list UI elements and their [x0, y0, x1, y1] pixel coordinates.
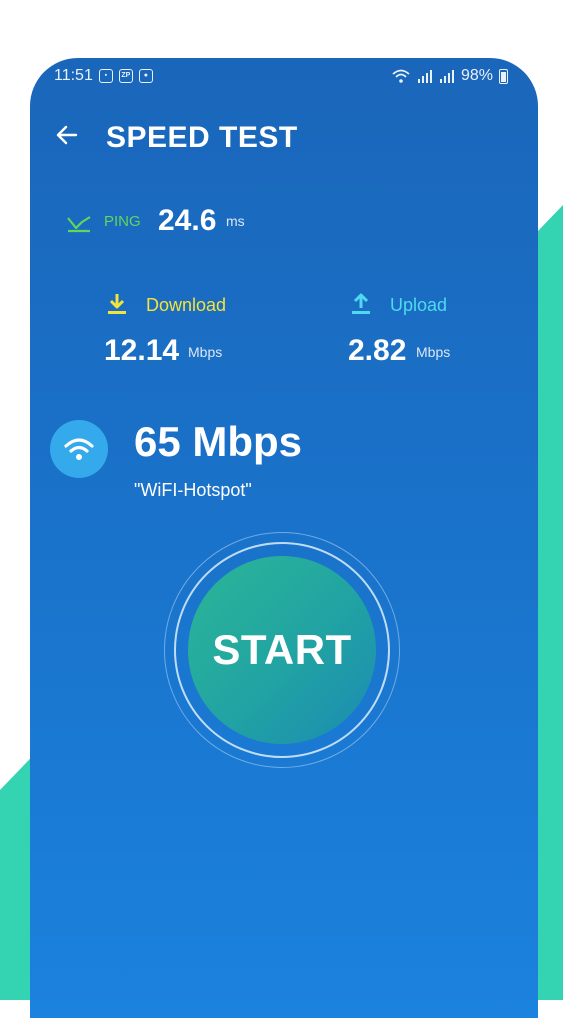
page-title: SPEED TEST [106, 121, 298, 154]
upload-label: Upload [390, 295, 448, 315]
zp-icon: ZP [118, 69, 133, 83]
signal-icon-2 [439, 70, 454, 83]
app-bar: SPEED TEST [30, 116, 538, 156]
start-label: START [212, 626, 352, 673]
start-button-area: START [164, 532, 400, 768]
ping-value: 24.6 [158, 204, 217, 237]
wifi-badge [50, 420, 108, 478]
wifi-speed: 65 Mbps [134, 418, 303, 465]
download-icon [108, 294, 126, 314]
arrow-left-icon[interactable] [54, 122, 80, 148]
status-time: 11:51 [54, 67, 93, 84]
status-bar: 11:51 ▪ ZP ● 98% [30, 58, 538, 94]
ping-label: PING [104, 213, 141, 230]
start-button[interactable]: START [188, 556, 376, 744]
signal-icon [417, 70, 432, 83]
upload-value: 2.82 [348, 334, 407, 367]
wifi-info: 65 Mbps "WiFI-Hotspot" [50, 418, 530, 510]
download-value: 12.14 [104, 334, 180, 367]
ping-unit: ms [226, 213, 245, 229]
phone-screen: 11:51 ▪ ZP ● 98% SPEED TEST PING 24.6 ms… [30, 58, 538, 1018]
camera-icon: ● [138, 69, 153, 83]
image-icon: ▪ [98, 69, 113, 83]
battery-icon [499, 68, 508, 84]
ping-icon [67, 216, 91, 233]
upload-unit: Mbps [416, 344, 451, 360]
download-unit: Mbps [188, 344, 223, 360]
download-label: Download [146, 295, 227, 315]
wifi-icon [64, 438, 94, 460]
status-left: 11:51 ▪ ZP ● [54, 67, 153, 85]
status-right: 98% [391, 67, 508, 85]
wifi-ssid: "WiFI-Hotspot" [134, 480, 252, 500]
battery-percent: 98% [460, 67, 493, 84]
wifi-status-icon [392, 69, 410, 83]
upload-icon [352, 293, 370, 314]
